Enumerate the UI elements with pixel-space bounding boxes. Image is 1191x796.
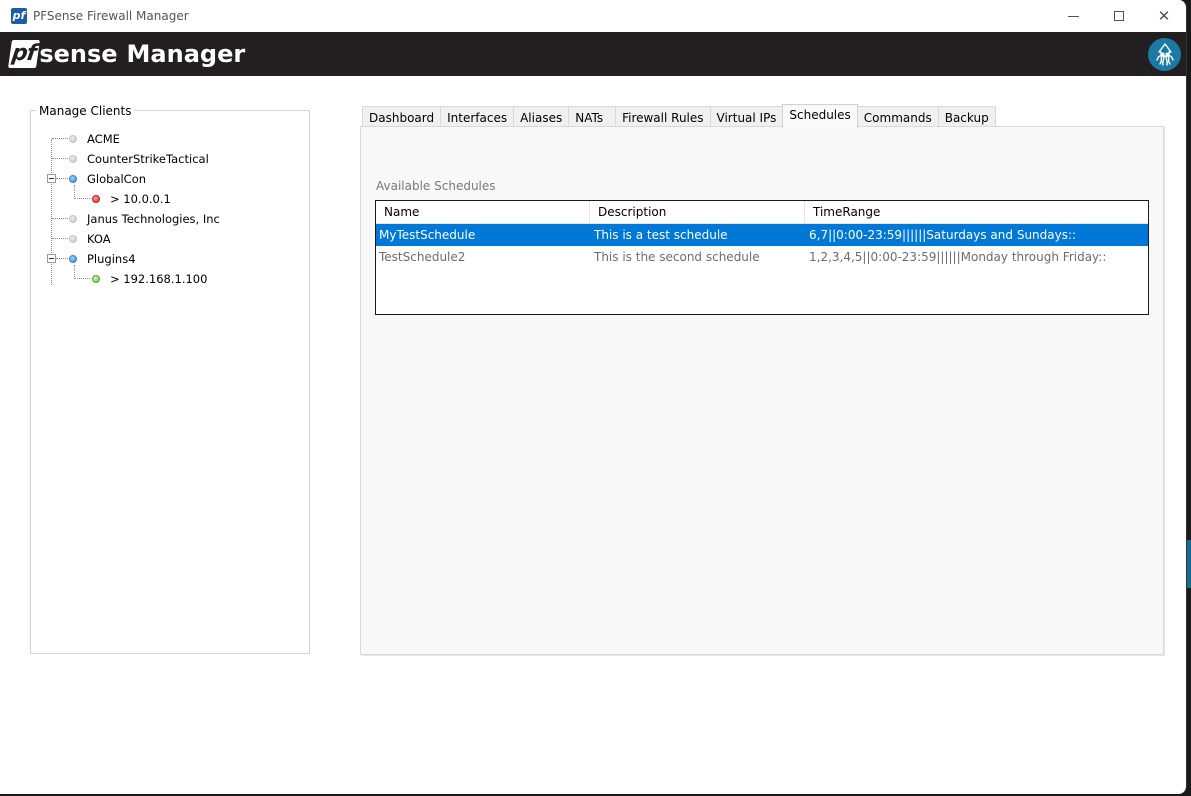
collapse-globalcon-toggle[interactable] <box>47 174 56 183</box>
schedule-timerange: 1,2,3,4,5||0:00-23:59||||||Monday throug… <box>809 250 1107 264</box>
tree-connector <box>74 198 90 199</box>
tab-backup[interactable]: Backup <box>937 106 996 128</box>
tab-commands[interactable]: Commands <box>856 106 939 128</box>
available-schedules-label: Available Schedules <box>376 179 496 193</box>
column-header-name[interactable]: Name <box>376 201 590 224</box>
close-icon: ✕ <box>1157 6 1171 25</box>
logo-pf: pf <box>8 40 41 68</box>
status-blue-icon <box>69 255 77 263</box>
manage-clients-group: Manage Clients ACME CounterStrikeTactica <box>30 104 310 654</box>
client-node-acme[interactable]: ACME <box>69 129 120 149</box>
logo-manager: Manager <box>126 40 246 68</box>
tree-connector <box>52 238 68 239</box>
schedules-panel: Available Schedules Name Description Tim… <box>360 126 1164 655</box>
client-label: CounterStrikeTactical <box>87 152 209 166</box>
status-red-icon <box>92 195 100 203</box>
schedule-description: This is the second schedule <box>594 250 760 264</box>
pfsense-manager-logo: pf sense Manager <box>8 39 246 69</box>
squid-icon[interactable] <box>1148 38 1181 71</box>
tree-connector <box>51 139 52 285</box>
status-blue-icon <box>69 175 77 183</box>
pf-logo-icon: pf <box>11 8 27 24</box>
schedule-row[interactable]: TestSchedule2 This is the second schedul… <box>376 246 1148 268</box>
tree-connector <box>74 278 90 279</box>
main-tabs: Dashboard Interfaces Aliases NATs Firewa… <box>362 104 996 128</box>
maximize-button[interactable] <box>1096 0 1142 32</box>
tree-connector <box>52 138 68 139</box>
tab-virtual-ips[interactable]: Virtual IPs <box>709 106 784 128</box>
schedule-description: This is a test schedule <box>594 228 728 242</box>
client-label: KOA <box>87 232 111 246</box>
tab-nats[interactable]: NATs <box>568 106 617 128</box>
client-node-counterstriketactical[interactable]: CounterStrikeTactical <box>69 149 209 169</box>
column-header-description[interactable]: Description <box>590 201 805 224</box>
minimize-icon <box>1067 15 1079 17</box>
close-button[interactable]: ✕ <box>1141 0 1186 32</box>
header-banner: pf sense Manager <box>0 32 1186 76</box>
tab-schedules[interactable]: Schedules <box>782 104 858 128</box>
minimize-button[interactable] <box>1050 0 1096 32</box>
tab-firewall-rules[interactable]: Firewall Rules <box>615 106 711 128</box>
collapse-plugins4-toggle[interactable] <box>47 254 56 263</box>
host-label: > 10.0.0.1 <box>110 192 171 206</box>
schedules-list[interactable]: Name Description TimeRange MyTestSchedul… <box>375 200 1149 315</box>
client-node-koa[interactable]: KOA <box>69 229 111 249</box>
background-window-edge <box>1187 540 1191 588</box>
client-node-plugins4[interactable]: Plugins4 <box>69 249 136 269</box>
client-node-janus-technologies[interactable]: Janus Technologies, Inc <box>69 209 220 229</box>
host-label: > 192.168.1.100 <box>110 272 208 286</box>
status-gray-icon <box>69 215 77 223</box>
schedule-name: TestSchedule2 <box>379 250 466 264</box>
host-node-192-168-1-100[interactable]: > 192.168.1.100 <box>92 269 207 289</box>
title-bar: pf PFSense Firewall Manager ✕ <box>0 0 1186 32</box>
column-header-timerange[interactable]: TimeRange <box>805 201 1148 224</box>
clients-tree[interactable]: ACME CounterStrikeTactical GlobalCon > 1… <box>31 111 309 653</box>
maximize-icon <box>1114 11 1124 21</box>
tree-connector <box>56 178 68 179</box>
logo-sense: sense <box>39 40 118 68</box>
tree-connector <box>56 258 68 259</box>
schedule-timerange: 6,7||0:00-23:59||||||Saturdays and Sunda… <box>809 228 1077 242</box>
client-label: ACME <box>87 132 120 146</box>
tab-dashboard[interactable]: Dashboard <box>362 106 442 128</box>
host-node-10-0-0-1[interactable]: > 10.0.0.1 <box>92 189 171 209</box>
tab-aliases[interactable]: Aliases <box>513 106 570 128</box>
tab-interfaces[interactable]: Interfaces <box>440 106 515 128</box>
schedule-row[interactable]: MyTestSchedule This is a test schedule 6… <box>376 224 1148 246</box>
app-window: pf PFSense Firewall Manager ✕ pf sense M… <box>0 0 1187 794</box>
schedule-name: MyTestSchedule <box>379 228 476 242</box>
status-gray-icon <box>69 235 77 243</box>
client-node-globalcon[interactable]: GlobalCon <box>69 169 146 189</box>
status-green-icon <box>92 275 100 283</box>
client-label: Janus Technologies, Inc <box>87 212 220 226</box>
status-gray-icon <box>69 135 77 143</box>
tree-connector <box>52 158 68 159</box>
tree-connector <box>52 218 68 219</box>
schedules-list-header: Name Description TimeRange <box>376 201 1148 224</box>
window-title: PFSense Firewall Manager <box>33 9 189 23</box>
client-label: GlobalCon <box>87 172 147 186</box>
client-label: Plugins4 <box>87 252 136 266</box>
status-gray-icon <box>69 155 77 163</box>
